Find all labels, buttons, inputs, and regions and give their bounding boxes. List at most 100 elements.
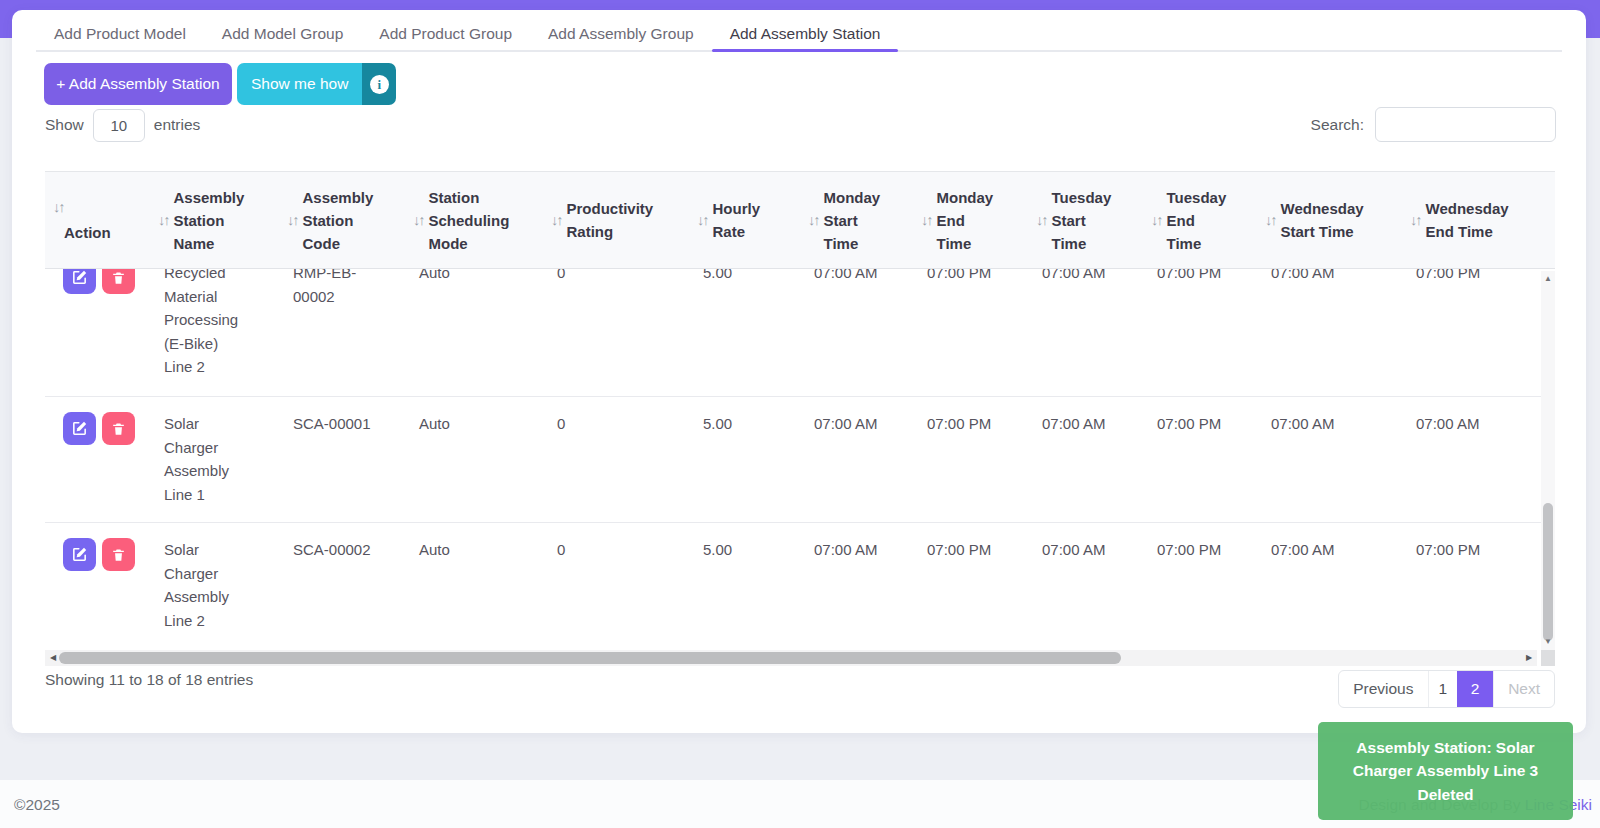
column-header-clipped[interactable]: ↓↑ [1537,172,1555,268]
cell-monday-end: 07:00 PM [903,523,1018,648]
delete-button[interactable] [102,538,135,571]
cell-assembly-station-code: SCA-00002 [269,523,395,648]
cell-assembly-station-name: Solar Charger Assembly Line 1 [140,397,269,522]
cell-assembly-station-name: Recycled Material Processing (E-Bike) Li… [140,269,269,396]
cell-tuesday-end: 07:00 PM [1133,397,1247,522]
horizontal-scrollbar[interactable]: ◀ ▶ [45,650,1537,666]
column-header-tuesday-start-time[interactable]: ↓↑ Tuesday Start Time [1018,172,1133,268]
edit-button[interactable] [63,412,96,445]
column-header-wednesday-start-time[interactable]: ↓↑ Wednesday Start Time [1247,172,1392,268]
pagination-page-1[interactable]: 1 [1428,671,1458,707]
entries-length-control: Show entries [45,108,200,142]
table-summary: Showing 11 to 18 of 18 entries [45,671,253,689]
sort-icon: ↓↑ [287,209,298,232]
column-header-station-scheduling-mode[interactable]: ↓↑ Station Scheduling Mode [395,172,533,268]
column-header-action[interactable]: ↓↑ Action [45,172,140,268]
cell-hourly-rate: 5.00 [679,397,790,522]
add-assembly-station-button[interactable]: + Add Assembly Station [44,63,232,105]
toast-message: Assembly Station: Solar Charger Assembly… [1342,736,1549,807]
cell-wednesday-start: 07:00 AM [1247,397,1392,522]
tab-add-model-group[interactable]: Add Model Group [204,18,362,50]
cell-monday-start: 07:00 AM [790,523,903,648]
cell-tuesday-end: 07:00 PM [1133,523,1247,648]
tab-add-assembly-group[interactable]: Add Assembly Group [530,18,712,50]
cell-wednesday-end: 07:00 PM [1392,523,1537,648]
search-control: Search: [1311,107,1556,142]
show-me-how-button[interactable]: Show me how i [237,63,396,105]
tab-bar: Add Product Model Add Model Group Add Pr… [36,18,1562,52]
show-label: Show [45,116,84,134]
column-header-hourly-rate[interactable]: ↓↑ Hourly Rate [679,172,790,268]
row-actions [45,397,140,522]
info-segment[interactable]: i [362,63,396,105]
cell-scheduling-mode: Auto [395,397,533,522]
entries-count-input[interactable] [93,109,145,142]
column-header-assembly-station-code[interactable]: ↓↑ Assembly Station Code [269,172,395,268]
scroll-right-arrow-icon[interactable]: ▶ [1522,650,1536,666]
cell-scheduling-mode: Auto [395,523,533,648]
column-header-tuesday-end-time[interactable]: ↓↑ Tuesday End Time [1133,172,1247,268]
column-header-wednesday-end-time[interactable]: ↓↑ Wednesday End Time [1392,172,1537,268]
pagination: Previous 1 2 Next [1338,670,1555,708]
sort-icon: ↓↑ [53,196,64,219]
cell-assembly-station-code: RMP-EB-00002 [269,269,395,396]
sort-icon: ↓↑ [413,209,424,232]
scroll-down-arrow-icon[interactable]: ▼ [1541,636,1555,648]
cell-wednesday-start: 07:00 AM [1247,523,1392,648]
column-header-productivity-rating[interactable]: ↓↑ Productivity Rating [533,172,679,268]
column-header-monday-start-time[interactable]: ↓↑ Monday Start Time [790,172,903,268]
entries-label: entries [154,116,201,134]
show-me-how-label: Show me how [237,63,362,105]
sort-icon: ↓↑ [808,209,819,232]
row-actions [45,523,140,648]
scroll-left-arrow-icon[interactable]: ◀ [46,650,60,666]
tab-add-product-group[interactable]: Add Product Group [361,18,530,50]
pagination-next[interactable]: Next [1493,671,1554,707]
edit-button[interactable] [63,269,96,294]
sort-icon: ↓↑ [158,209,169,232]
scrollbar-corner [1541,650,1555,666]
cell-productivity-rating: 0 [533,523,679,648]
table-row: Recycled Material Processing (E-Bike) Li… [45,269,1541,396]
cell-hourly-rate: 5.00 [679,269,790,396]
delete-button[interactable] [102,269,135,294]
cell-wednesday-end: 07:00 PM [1392,269,1537,396]
cell-monday-end: 07:00 PM [903,397,1018,522]
delete-button[interactable] [102,412,135,445]
tab-add-assembly-station[interactable]: Add Assembly Station [712,18,899,50]
cell-productivity-rating: 0 [533,269,679,396]
sort-icon: ↓↑ [1151,209,1162,232]
search-input[interactable] [1375,107,1556,142]
cell-productivity-rating: 0 [533,397,679,522]
column-header-assembly-station-name[interactable]: ↓↑ Assembly Station Name [140,172,269,268]
column-header-monday-end-time[interactable]: ↓↑ Monday End Time [903,172,1018,268]
cell-wednesday-end: 07:00 AM [1392,397,1537,522]
table-header-row: ↓↑ Action ↓↑ Assembly Station Name ↓↑ As… [45,171,1555,269]
scroll-up-arrow-icon[interactable]: ▲ [1541,273,1555,285]
cell-monday-end: 07:00 PM [903,269,1018,396]
cell-assembly-station-name: Solar Charger Assembly Line 2 [140,523,269,648]
cell-monday-start: 07:00 AM [790,269,903,396]
table-row: Solar Charger Assembly Line 2 SCA-00002 … [45,522,1541,648]
edit-button[interactable] [63,538,96,571]
cell-monday-start: 07:00 AM [790,397,903,522]
toast-notification[interactable]: Assembly Station: Solar Charger Assembly… [1318,722,1573,820]
search-label: Search: [1311,116,1364,134]
cell-wednesday-start: 07:00 AM [1247,269,1392,396]
pagination-previous[interactable]: Previous [1339,671,1427,707]
sort-icon: ↓↑ [1410,209,1421,232]
assembly-station-table: ↓↑ Action ↓↑ Assembly Station Name ↓↑ As… [45,171,1555,650]
sort-icon: ↓↑ [551,209,562,232]
cell-tuesday-start: 07:00 AM [1018,523,1133,648]
horizontal-scrollbar-thumb[interactable] [59,652,1121,664]
cell-tuesday-end: 07:00 PM [1133,269,1247,396]
pagination-page-2[interactable]: 2 [1457,671,1493,707]
cell-tuesday-start: 07:00 AM [1018,397,1133,522]
vertical-scrollbar-thumb[interactable] [1543,503,1553,641]
tab-add-product-model[interactable]: Add Product Model [36,18,204,50]
sort-icon: ↓↑ [697,209,708,232]
cell-hourly-rate: 5.00 [679,523,790,648]
vertical-scrollbar[interactable]: ▲ ▼ [1541,271,1555,650]
info-icon: i [370,75,389,94]
content-card: Add Product Model Add Model Group Add Pr… [12,10,1586,733]
